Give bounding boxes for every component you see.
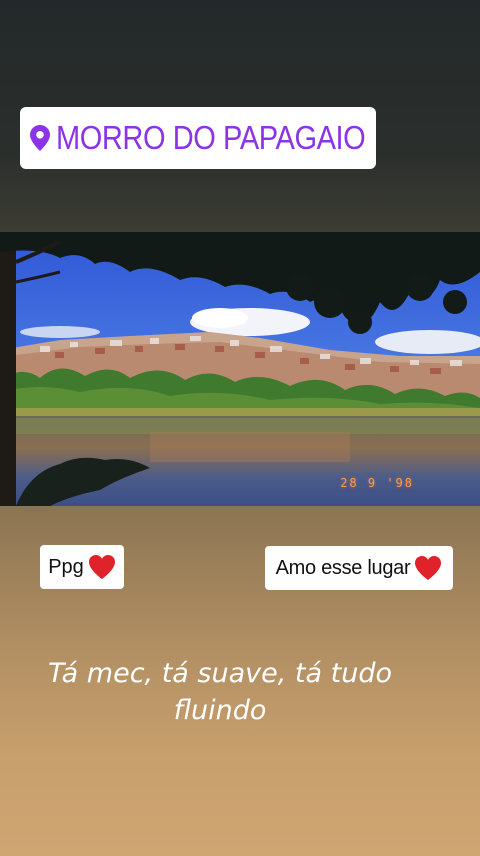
amo-sticker-label: Amo esse lugar: [275, 556, 411, 579]
date-stamp: 28 9 '98: [340, 476, 414, 490]
landscape-photo: 28 9 '98: [0, 232, 480, 506]
caption-text: Tá mec, tá suave, tá tudo fluindo: [48, 658, 392, 726]
red-heart-icon: [88, 554, 116, 580]
red-heart-icon: [414, 555, 442, 581]
amo-esse-lugar-sticker[interactable]: Amo esse lugar: [265, 546, 453, 590]
ppg-sticker-label: Ppg: [48, 555, 84, 578]
ppg-sticker[interactable]: Ppg: [40, 545, 124, 589]
location-label: MORRO DO PAPAGAIO: [56, 119, 366, 156]
location-sticker[interactable]: MORRO DO PAPAGAIO: [20, 107, 376, 169]
location-pin-icon: [30, 123, 50, 153]
